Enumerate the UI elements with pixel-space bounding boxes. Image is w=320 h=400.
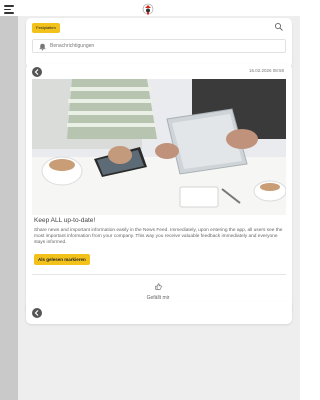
back-arrow-icon[interactable] bbox=[31, 66, 43, 78]
thumbs-up-icon bbox=[154, 283, 162, 290]
back-arrow-icon[interactable] bbox=[31, 307, 43, 319]
notifications-label: Benachrichtigungen bbox=[50, 43, 95, 49]
post-body: Share news and important information eas… bbox=[34, 228, 283, 245]
hamburger-menu-icon[interactable] bbox=[4, 5, 15, 14]
app-logo-icon bbox=[142, 3, 154, 15]
search-icon[interactable] bbox=[274, 22, 284, 32]
post-image bbox=[32, 79, 286, 215]
like-label: Gefällt mir bbox=[146, 295, 170, 301]
next-post-card bbox=[26, 302, 292, 324]
post-timestamp: 16.02.2026 08:58 bbox=[248, 68, 284, 73]
top-bar bbox=[0, 0, 300, 16]
filter-card: Festplatten Benachrichtigungen bbox=[26, 18, 292, 68]
news-post-card: 16.02.2026 08:58 Keep ALL up-to-date! Sh… bbox=[26, 64, 292, 314]
filter-chip[interactable]: Festplatten bbox=[32, 23, 60, 33]
like-button[interactable]: Gefällt mir bbox=[138, 277, 178, 301]
notifications-row[interactable]: Benachrichtigungen bbox=[32, 39, 286, 53]
news-feed: Festplatten Benachrichtigungen 16.02.202… bbox=[18, 16, 300, 400]
post-title: Keep ALL up-to-date! bbox=[34, 217, 96, 224]
mark-as-read-button[interactable]: Als gelesen markieren bbox=[34, 254, 90, 265]
left-sidebar bbox=[0, 16, 18, 400]
bell-icon bbox=[39, 43, 46, 51]
divider bbox=[32, 274, 286, 275]
